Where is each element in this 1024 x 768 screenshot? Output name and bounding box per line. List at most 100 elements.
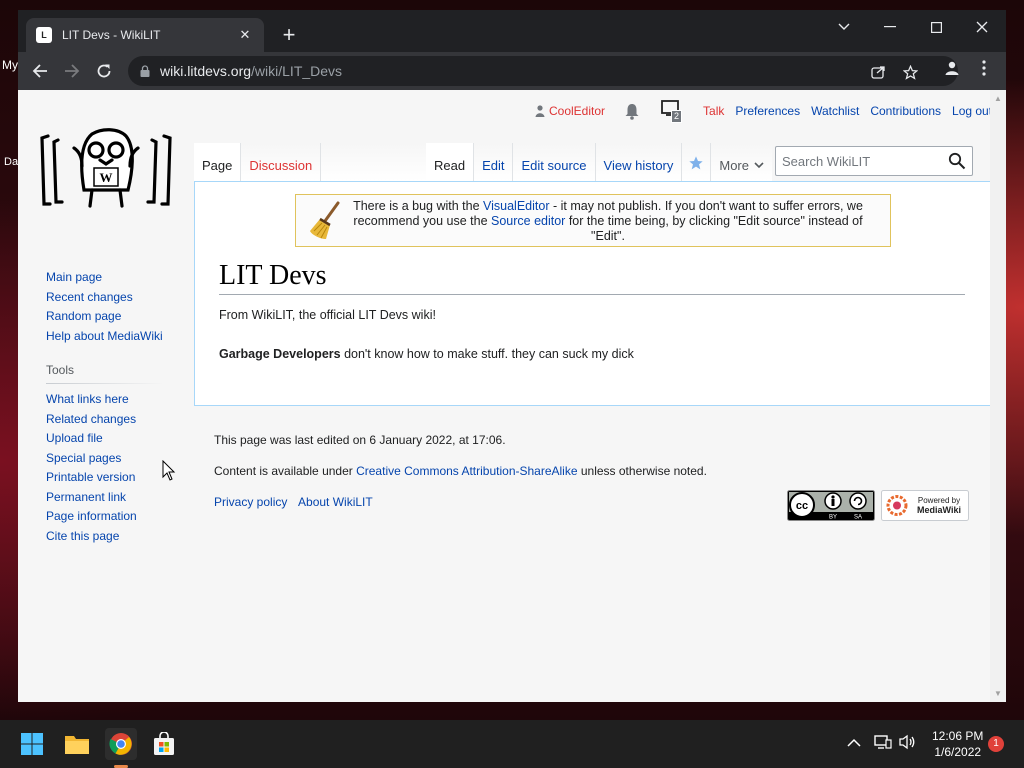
profile-icon[interactable] xyxy=(942,58,962,78)
file-explorer-button[interactable] xyxy=(61,728,93,760)
kebab-menu-icon[interactable] xyxy=(974,58,994,78)
watchlist-link[interactable]: Watchlist xyxy=(811,104,859,118)
visualeditor-link[interactable]: VisualEditor xyxy=(483,199,549,213)
folder-icon xyxy=(65,736,89,754)
tab-strip: L LIT Devs - WikiLIT ✕ + xyxy=(18,10,1006,52)
more-menu[interactable]: More xyxy=(711,143,772,181)
sidebar-item-upload-file[interactable]: Upload file xyxy=(46,429,164,449)
tab-edit-source[interactable]: Edit source xyxy=(513,143,596,181)
show-hidden-icons-chevron-up-icon[interactable] xyxy=(847,735,861,751)
notices-button[interactable]: 2 xyxy=(661,100,683,123)
notifications-bell-icon[interactable] xyxy=(623,102,641,120)
address-bar[interactable]: wiki.litdevs.org/wiki/LIT_Devs xyxy=(128,56,958,86)
browser-tab[interactable]: L LIT Devs - WikiLIT ✕ xyxy=(26,18,264,52)
article-body: Garbage Developers don't know how to mak… xyxy=(219,347,634,361)
network-icon[interactable] xyxy=(874,734,892,753)
web-page: W Main page Recent changes Random page H… xyxy=(18,90,1006,702)
tab-discussion[interactable]: Discussion xyxy=(241,143,322,181)
reload-button[interactable] xyxy=(91,58,117,84)
tab-edit[interactable]: Edit xyxy=(474,143,514,181)
start-button[interactable] xyxy=(16,728,48,760)
sidebar-item-permanent-link[interactable]: Permanent link xyxy=(46,488,164,508)
tab-view-history[interactable]: View history xyxy=(595,143,683,181)
volume-icon[interactable] xyxy=(898,734,916,753)
notice-text-3: for the time being, by clicking "Edit so… xyxy=(565,214,863,243)
broom-icon xyxy=(310,201,340,239)
powered-by-mediawiki-badge[interactable]: Powered by MediaWiki xyxy=(881,490,969,521)
tab-search-icon[interactable] xyxy=(822,14,866,40)
privacy-policy-link[interactable]: Privacy policy xyxy=(214,495,287,509)
logout-link[interactable]: Log out xyxy=(952,104,992,118)
forward-button[interactable] xyxy=(59,58,85,84)
chevron-down-icon xyxy=(754,162,764,169)
browser-toolbar: wiki.litdevs.org/wiki/LIT_Devs xyxy=(18,52,1006,90)
notification-center-badge[interactable]: 1 xyxy=(988,736,1004,752)
store-button[interactable] xyxy=(148,728,180,760)
tools-divider xyxy=(46,383,164,384)
sidebar-item-random-page[interactable]: Random page xyxy=(46,307,163,327)
sidebar-item-special-pages[interactable]: Special pages xyxy=(46,449,164,469)
chrome-button[interactable] xyxy=(105,728,137,760)
cc-by-sa-badge[interactable]: cc BY SA xyxy=(787,490,875,521)
notices-count-badge: 2 xyxy=(671,110,683,123)
close-tab-icon[interactable]: ✕ xyxy=(236,27,254,43)
contributions-link[interactable]: Contributions xyxy=(870,104,941,118)
lock-icon[interactable] xyxy=(140,65,150,77)
search-input[interactable]: Search WikiLIT xyxy=(775,146,973,176)
sidebar-item-recent-changes[interactable]: Recent changes xyxy=(46,288,163,308)
chrome-icon xyxy=(109,733,132,755)
sidebar-item-related-changes[interactable]: Related changes xyxy=(46,410,164,430)
sidebar-tools: Tools What links here Related changes Up… xyxy=(46,363,164,546)
maximize-button[interactable] xyxy=(914,14,958,40)
about-link[interactable]: About WikiLIT xyxy=(298,495,373,509)
tab-page[interactable]: Page xyxy=(194,143,242,181)
source-editor-link[interactable]: Source editor xyxy=(491,214,565,228)
sidebar-item-help[interactable]: Help about MediaWiki xyxy=(46,327,163,347)
mediawiki-text: MediaWiki xyxy=(917,505,961,515)
article-text: don't know how to make stuff. they can s… xyxy=(340,347,634,361)
license-text: Content is available under Creative Comm… xyxy=(214,464,707,478)
minimize-button[interactable] xyxy=(868,14,912,40)
mouse-cursor-icon xyxy=(162,460,176,481)
scroll-up-arrow-icon[interactable]: ▲ xyxy=(994,94,1002,103)
content-area: There is a bug with the VisualEditor - i… xyxy=(194,181,990,406)
tab-read[interactable]: Read xyxy=(426,143,475,181)
desktop-icon-label[interactable]: Da xyxy=(4,156,18,168)
search-icon[interactable] xyxy=(948,152,966,170)
sidebar-navigation: Main page Recent changes Random page Hel… xyxy=(46,268,163,346)
license-link[interactable]: Creative Commons Attribution-ShareAlike xyxy=(356,464,577,478)
close-window-button[interactable] xyxy=(960,14,1004,40)
sidebar-item-what-links-here[interactable]: What links here xyxy=(46,390,164,410)
talk-link[interactable]: Talk xyxy=(703,104,724,118)
sidebar-item-page-information[interactable]: Page information xyxy=(46,507,164,527)
page-scrollbar[interactable]: ▲ ▼ xyxy=(990,90,1006,702)
username-link[interactable]: CoolEditor xyxy=(549,104,605,118)
new-tab-button[interactable]: + xyxy=(276,22,302,48)
logo-letter: W xyxy=(100,170,113,185)
svg-text:SA: SA xyxy=(854,515,862,521)
taskbar-clock[interactable]: 12:06 PM 1/6/2022 xyxy=(932,728,983,760)
view-tabs: Read Edit Edit source View history More xyxy=(426,143,772,181)
url-host: wiki.litdevs.org xyxy=(160,63,252,79)
search-placeholder: Search WikiLIT xyxy=(782,153,871,169)
share-icon[interactable] xyxy=(868,62,888,82)
footer-links: Privacy policy About WikiLIT xyxy=(214,495,381,509)
more-label: More xyxy=(719,158,749,173)
store-icon xyxy=(154,732,174,755)
sidebar-item-main-page[interactable]: Main page xyxy=(46,268,163,288)
watch-star-icon[interactable] xyxy=(682,143,712,181)
personal-tools: CoolEditor 2 Talk Preferences Watchlist … xyxy=(535,100,1003,123)
sidebar-item-printable-version[interactable]: Printable version xyxy=(46,468,164,488)
sidebar-item-cite-this-page[interactable]: Cite this page xyxy=(46,527,164,547)
back-button[interactable] xyxy=(27,58,53,84)
scroll-down-arrow-icon[interactable]: ▼ xyxy=(994,689,1002,698)
footer-info: This page was last edited on 6 January 2… xyxy=(214,433,707,495)
wiki-logo[interactable]: W xyxy=(40,126,172,210)
site-favicon-icon: L xyxy=(36,27,52,43)
preferences-link[interactable]: Preferences xyxy=(735,104,800,118)
powered-by-text: Powered by xyxy=(918,496,960,505)
desktop-icon-label[interactable]: My xyxy=(2,58,18,72)
last-edited-text: This page was last edited on 6 January 2… xyxy=(214,433,506,447)
bookmark-star-icon[interactable] xyxy=(900,62,920,82)
notice-text-1: There is a bug with the xyxy=(353,199,484,213)
